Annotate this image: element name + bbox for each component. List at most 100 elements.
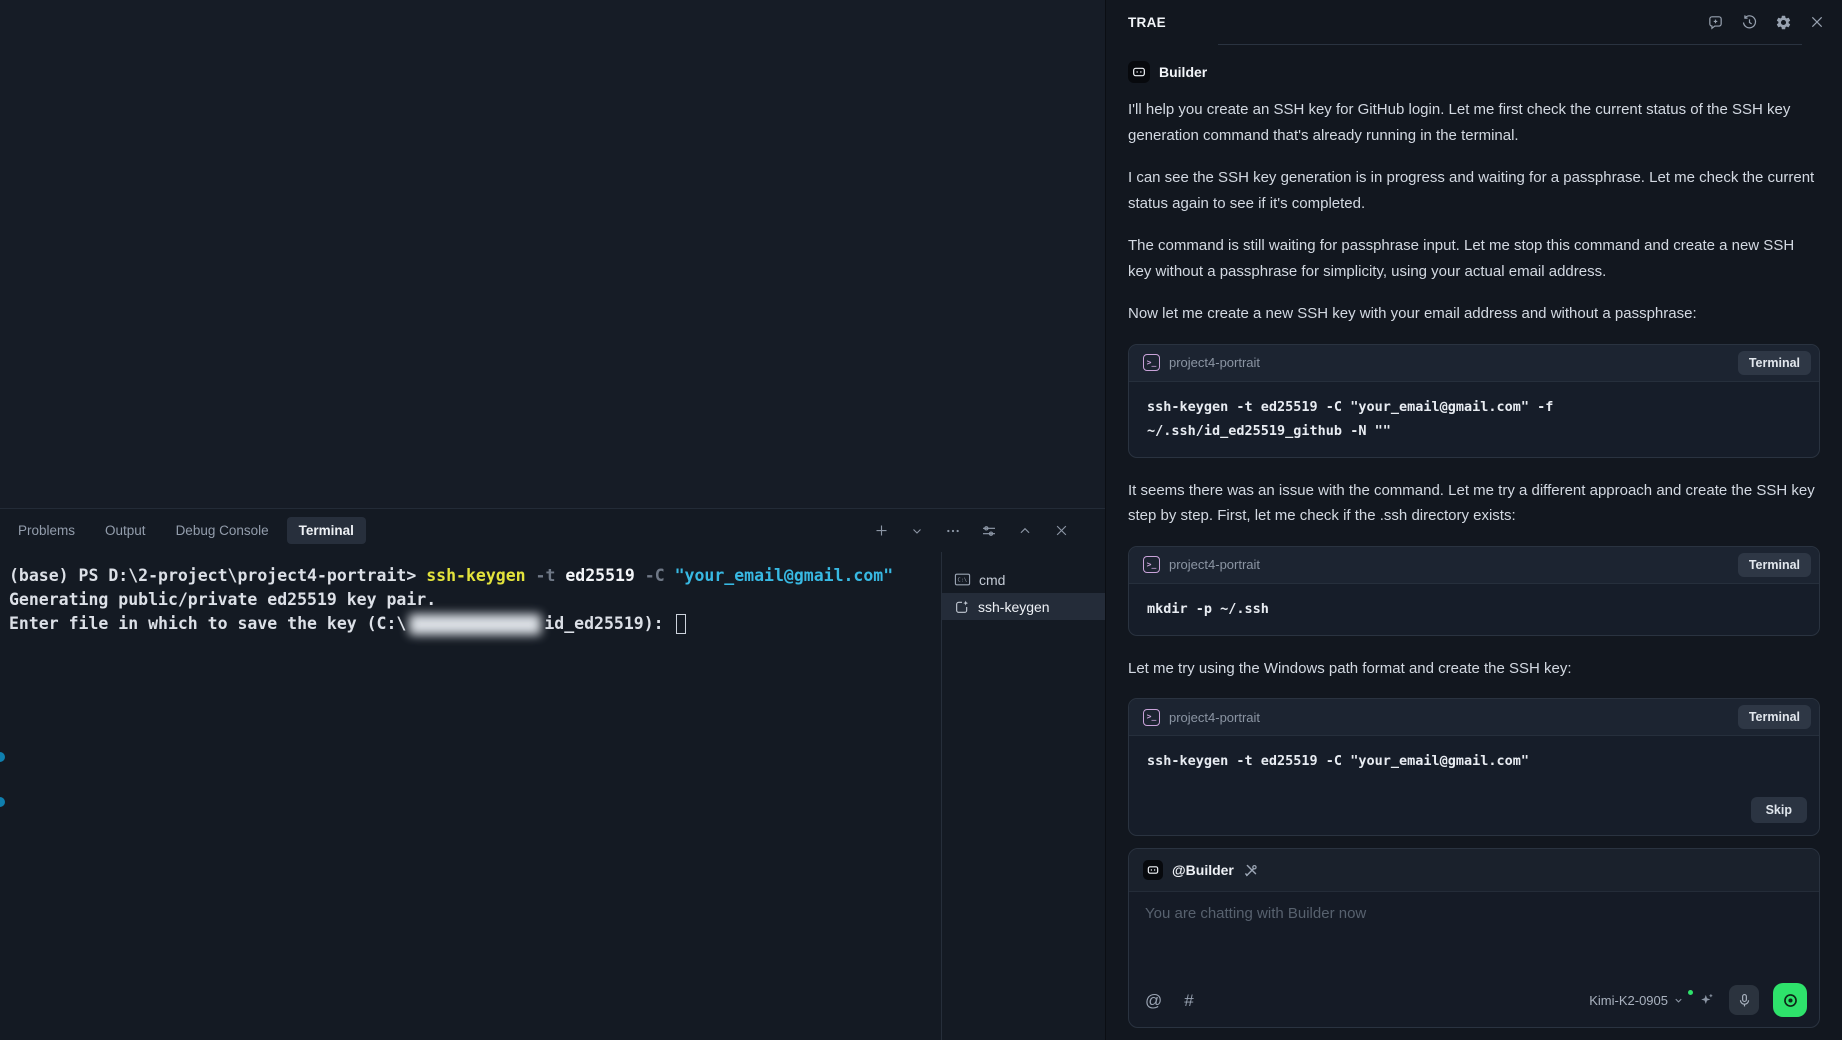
tab-terminal[interactable]: Terminal	[287, 517, 366, 544]
terminal-line: Enter file in which to save the key (C:\…	[9, 612, 941, 636]
bottom-panel: ProblemsOutputDebug ConsoleTerminal (bas…	[0, 509, 1105, 1040]
agent-header: Builder	[1128, 61, 1820, 83]
history-icon[interactable]	[1740, 13, 1758, 31]
chat-message-text: It seems there was an issue with the com…	[1128, 478, 1820, 529]
terminal-command-card: >_ project4-portrait Terminal ssh-keygen -t…	[1128, 344, 1820, 458]
trae-ai-panel: TRAE Build	[1105, 0, 1842, 1040]
model-selector[interactable]: Kimi-K2-0905	[1589, 993, 1684, 1008]
close-panel-icon[interactable]	[1053, 523, 1069, 539]
sparkle-icon[interactable]	[1698, 992, 1715, 1009]
terminal-source-name: project4-portrait	[1169, 710, 1729, 725]
mic-icon	[1737, 993, 1752, 1008]
terminal-text-segment: Generating public/private ed25519 key pa…	[9, 588, 436, 612]
terminal-source-name: project4-portrait	[1169, 355, 1729, 370]
trae-ide-window: ProblemsOutputDebug ConsoleTerminal (bas…	[0, 0, 1842, 1040]
tab-debug-console[interactable]: Debug Console	[164, 517, 281, 544]
send-button[interactable]	[1773, 983, 1807, 1017]
terminal-prompt-icon: >_	[1143, 556, 1160, 573]
terminal-card-body: ssh-keygen -t ed25519 -C "your_email@gma…	[1129, 382, 1819, 457]
terminal-badge-button[interactable]: Terminal	[1738, 553, 1811, 577]
chat-message-text: The command is still waiting for passphr…	[1128, 233, 1820, 284]
terminal-text-segment: -t	[526, 564, 566, 588]
command-code: mkdir -p ~/.ssh	[1147, 597, 1801, 621]
composer-left-icons: @#	[1145, 992, 1194, 1009]
command-code: ssh-keygen -t ed25519 -C "your_email@gma…	[1147, 749, 1801, 773]
skip-button[interactable]: Skip	[1751, 797, 1807, 823]
terminal-output[interactable]: (base) PS D:\2-project\project4-portrait…	[0, 552, 941, 1040]
editor-area	[0, 0, 1105, 509]
terminal-instance-list: C:\cmd ssh-keygen	[941, 552, 1105, 1040]
terminal-badge-button[interactable]: Terminal	[1738, 705, 1811, 729]
terminal-text-segment: id_ed25519):	[544, 612, 673, 636]
terminal-cursor	[676, 614, 686, 634]
input-placeholder: You are chatting with Builder now	[1145, 905, 1366, 922]
chat-composer: @Builder You are chatting with Builder n…	[1128, 848, 1820, 1028]
agent-name: Builder	[1159, 64, 1207, 80]
command-code: ssh-keygen -t ed25519 -C "your_email@gma…	[1147, 395, 1801, 443]
panel-tabs: ProblemsOutputDebug ConsoleTerminal	[6, 517, 366, 544]
model-chevron-down-icon	[1673, 995, 1684, 1006]
chat-message-text: Now let me create a new SSH key with you…	[1128, 301, 1820, 327]
new-chat-icon[interactable]	[1706, 13, 1724, 31]
terminal-command-card: >_ project4-portrait Terminal mkdir -p ~/.s…	[1128, 546, 1820, 636]
terminal-card-body: ssh-keygen -t ed25519 -C "your_email@gma…	[1129, 736, 1819, 787]
cmd-terminal-icon: C:\	[954, 572, 971, 587]
settings-icon[interactable]	[1774, 13, 1792, 31]
terminal-picker-icon[interactable]	[909, 523, 925, 539]
more-actions-icon[interactable]	[945, 523, 961, 539]
terminal-text-segment: ed25519	[565, 564, 635, 588]
terminal-text-segment: (base) PS D:\2-project\project4-portrait…	[9, 564, 426, 588]
composer-right-controls: Kimi-K2-0905	[1589, 983, 1807, 1017]
maximize-panel-icon[interactable]	[1017, 523, 1033, 539]
tools-icon[interactable]	[1243, 863, 1258, 878]
main-area: ProblemsOutputDebug ConsoleTerminal (bas…	[0, 0, 1105, 1040]
panel-header-icons	[1706, 13, 1826, 31]
builder-mention[interactable]: @Builder	[1172, 862, 1234, 878]
redacted-text	[409, 614, 541, 635]
terminal-list-item-cmd[interactable]: C:\cmd	[942, 566, 1105, 593]
terminal-list-label: ssh-keygen	[978, 599, 1050, 615]
record-stop-icon	[1781, 991, 1800, 1010]
terminal-line: (base) PS D:\2-project\project4-portrait…	[9, 564, 941, 588]
builder-avatar-icon	[1128, 61, 1150, 83]
messages-container: I'll help you create an SSH key for GitH…	[1128, 97, 1820, 848]
split-terminal-icon[interactable]	[981, 523, 997, 539]
terminal-list-item-ssh-keygen[interactable]: ssh-keygen	[942, 593, 1105, 620]
terminal-card-header[interactable]: >_ project4-portrait Terminal	[1129, 547, 1819, 584]
chat-thread: Builder I'll help you create an SSH key …	[1106, 45, 1842, 848]
terminal-badge-button[interactable]: Terminal	[1738, 351, 1811, 375]
model-status-dot	[1688, 990, 1693, 995]
tab-output[interactable]: Output	[93, 517, 158, 544]
terminal-text-segment: -C	[635, 564, 675, 588]
panel-title: TRAE	[1128, 15, 1166, 30]
close-icon[interactable]	[1808, 13, 1826, 31]
chat-message-text: I'll help you create an SSH key for GitH…	[1128, 97, 1820, 148]
model-name: Kimi-K2-0905	[1589, 993, 1668, 1008]
chat-message-text: I can see the SSH key generation is in p…	[1128, 165, 1820, 216]
terminal-card-header[interactable]: >_project4-portraitTerminal	[1129, 699, 1819, 736]
builder-avatar-icon	[1143, 860, 1163, 880]
terminal-prompt-icon: >_	[1143, 354, 1160, 371]
card-action-row: Skip	[1129, 787, 1819, 835]
tab-problems[interactable]: Problems	[6, 517, 87, 544]
terminal-line: Generating public/private ed25519 key pa…	[9, 588, 941, 612]
mic-button[interactable]	[1729, 985, 1759, 1015]
ai-panel-header: TRAE	[1106, 0, 1842, 44]
panel-tabbar: ProblemsOutputDebug ConsoleTerminal	[0, 509, 1105, 552]
terminal-command-card: >_project4-portraitTerminalssh-keygen -t…	[1128, 698, 1820, 836]
terminal-source-name: project4-portrait	[1169, 557, 1729, 572]
message-input[interactable]: You are chatting with Builder now	[1129, 892, 1819, 981]
svg-text:C:\: C:\	[958, 577, 968, 583]
composer-footer: @# Kimi-K2-0905	[1129, 981, 1819, 1027]
ai-terminal-icon	[954, 599, 970, 615]
terminal-toolbar	[873, 523, 1069, 539]
new-terminal-icon[interactable]	[873, 523, 889, 539]
at-icon[interactable]: @	[1145, 992, 1162, 1009]
hash-icon[interactable]: #	[1184, 992, 1193, 1009]
terminal-text-segment: "your_email@gmail.com"	[675, 564, 894, 588]
chat-message-text: Let me try using the Windows path format…	[1128, 656, 1820, 682]
terminal-card-header[interactable]: >_ project4-portrait Terminal	[1129, 345, 1819, 382]
terminal-panel-body: (base) PS D:\2-project\project4-portrait…	[0, 552, 1105, 1040]
terminal-card-body: mkdir -p ~/.ssh	[1129, 584, 1819, 635]
terminal-text-segment: Enter file in which to save the key (C:\	[9, 612, 406, 636]
